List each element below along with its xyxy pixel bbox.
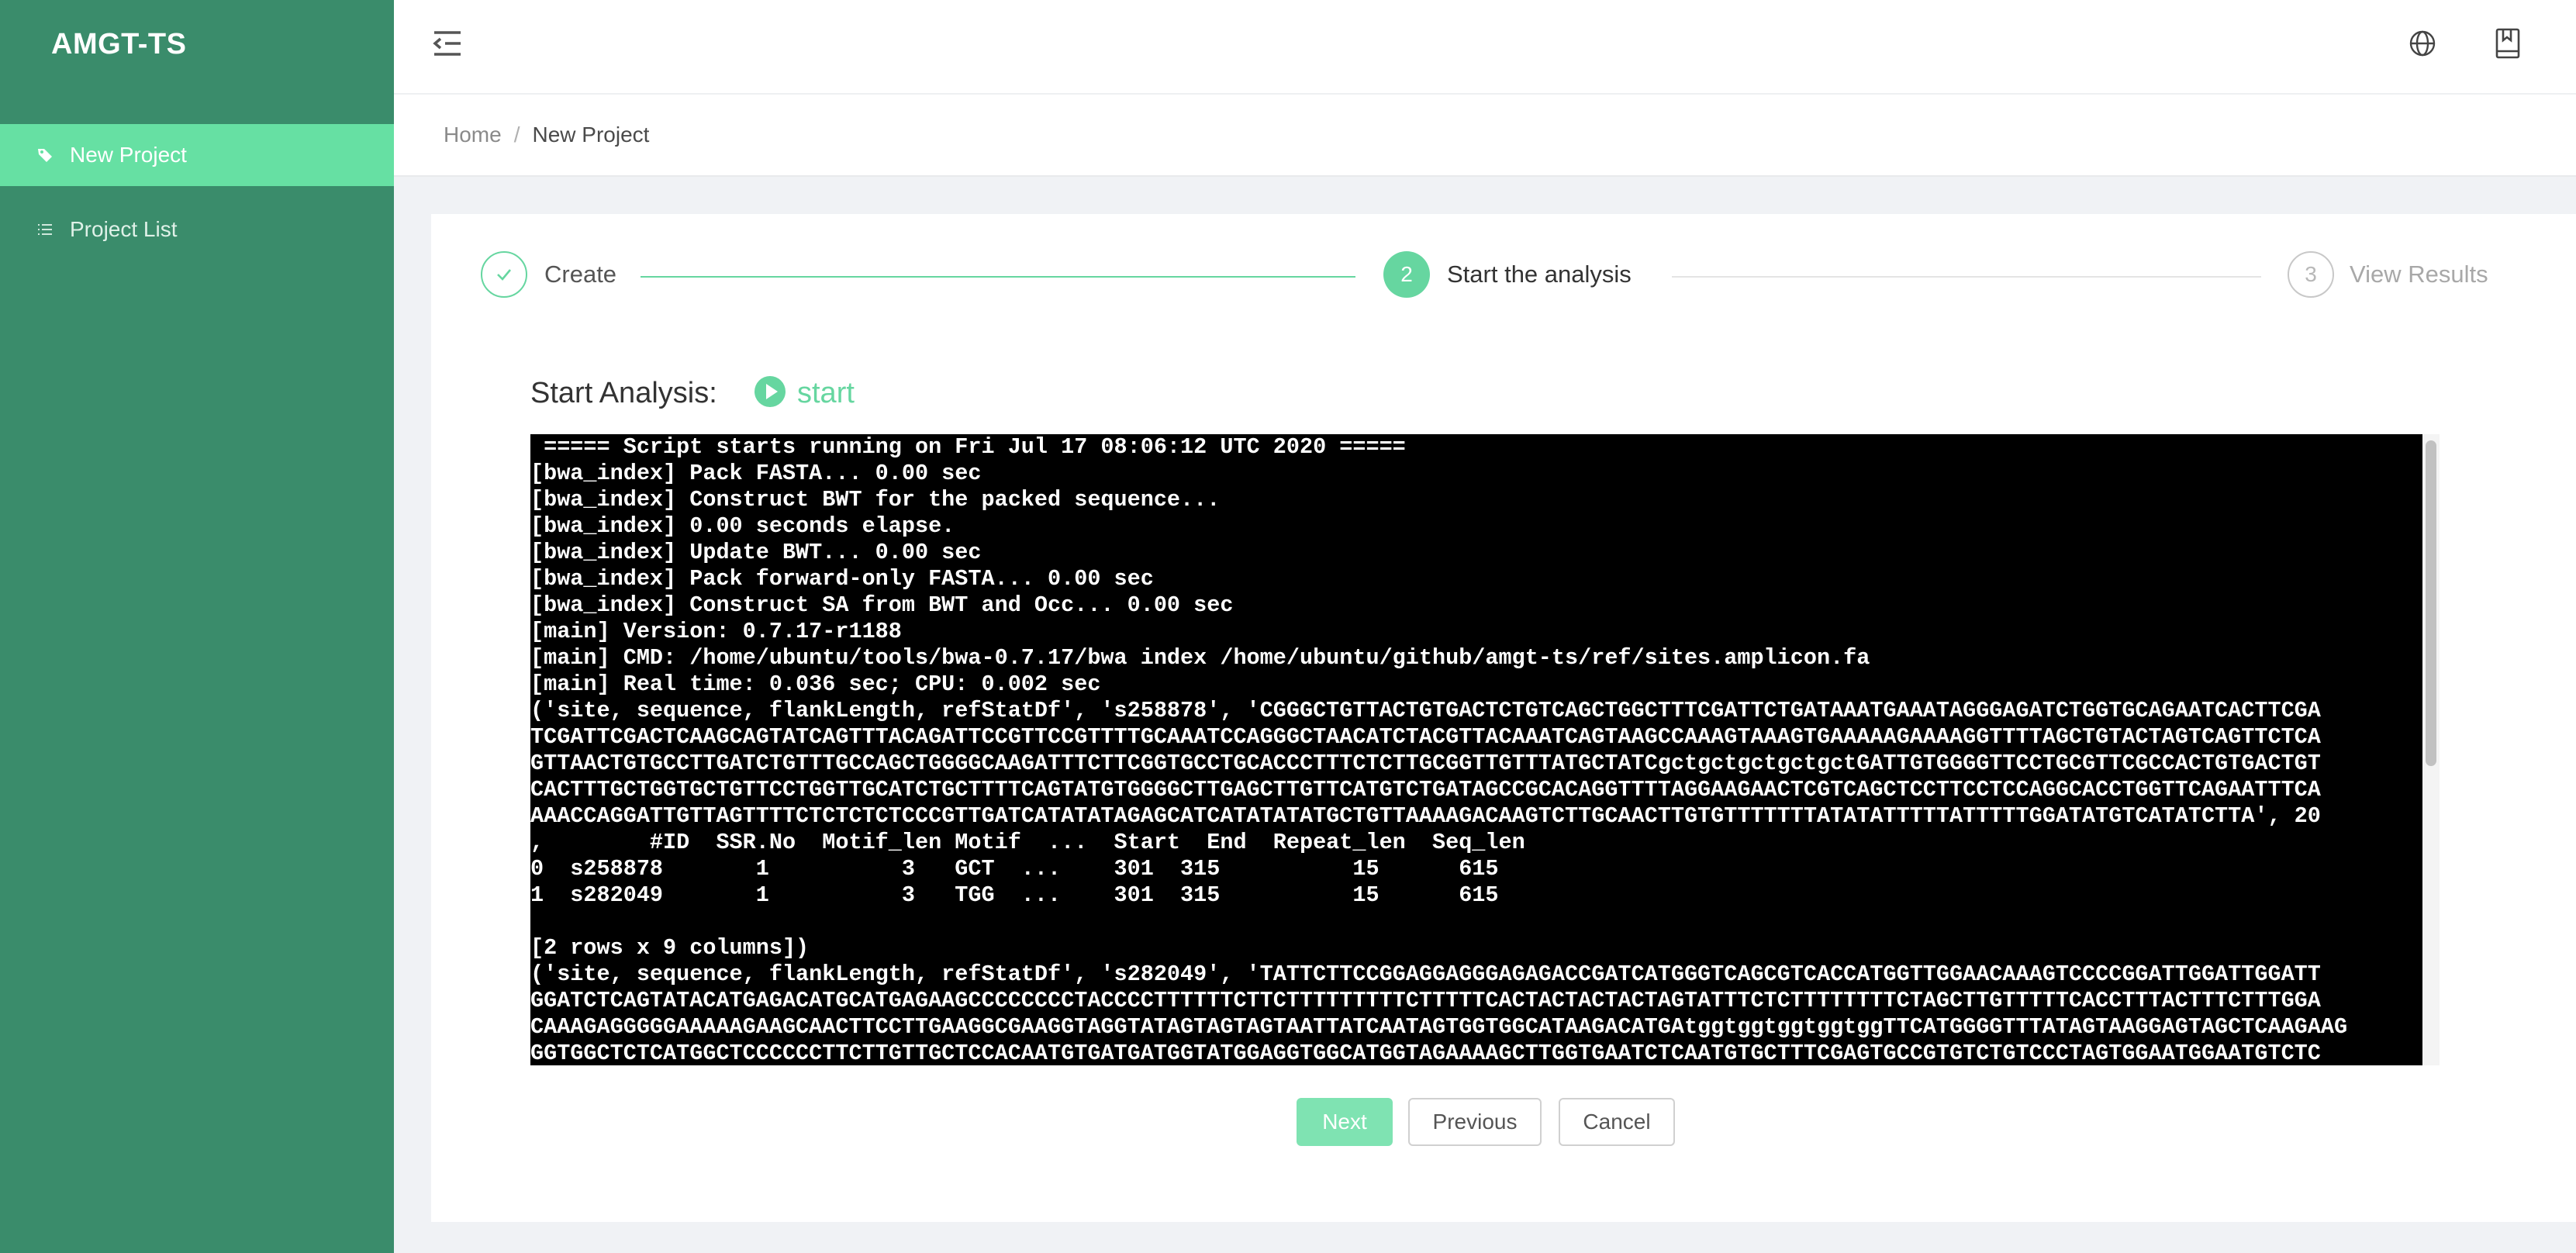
log-scrollbar[interactable] [2422,434,2440,1065]
log-line: 1 s282049 1 3 TGG ... 301 315 15 615 [530,882,1499,908]
log-line: CACTTTGCTGGTGCTGTTCCTGGTTGCATCTGCTTTTCAG… [530,777,2321,803]
log-line: [bwa_index] Pack FASTA... 0.00 sec [530,461,982,486]
step-3-number: 3 [2288,251,2334,298]
log-line: GTTAACTGTGCCTTGATCTGTTTGCCAGCTGGGGCAAGAT… [530,751,2321,776]
log-line: , #ID SSR.No Motif_len Motif ... Start E… [530,830,1525,855]
step-connector-2 [1672,276,2261,278]
sidebar-item-new-project[interactable]: New Project [0,124,394,186]
step-connector-1 [641,276,1355,278]
breadcrumb-home[interactable]: Home [444,123,502,147]
log-line: 0 s258878 1 3 GCT ... 301 315 15 615 [530,856,1499,882]
step-1-check-icon [481,251,527,298]
cancel-button[interactable]: Cancel [1559,1098,1675,1146]
breadcrumb-bar: Home / New Project [394,95,2576,177]
tag-icon [36,146,54,164]
book-icon[interactable] [2492,26,2523,60]
log-line: [bwa_index] Construct BWT for the packed… [530,487,1221,513]
log-line: CAAAGAGGGGGAAAAAGAAGCAACTTCCTTGAAGGCGAAG… [530,1014,2348,1040]
log-line: TCGATTCGACTCAAGCAGTATCAGTTTACAGATTCCGTTC… [530,724,2321,750]
log-line: GGATCTCAGTATACATGAGACATGCATGAGAAGCCCCCCC… [530,988,2321,1013]
app-logo: AMGT-TS [51,28,187,60]
log-line: [bwa_index] Pack forward-only FASTA... 0… [530,566,1154,592]
breadcrumb-current: New Project [532,123,650,147]
log-line: ===== Script starts running on Fri Jul 1… [530,434,1406,460]
log-line: [main] Version: 0.7.17-r1188 [530,619,902,644]
play-circle-icon [754,375,786,412]
log-line: [bwa_index] Construct SA from BWT and Oc… [530,592,1234,618]
menu-collapse-icon[interactable] [431,28,465,59]
list-icon [36,220,54,239]
globe-icon[interactable] [2407,28,2438,59]
previous-button[interactable]: Previous [1408,1098,1542,1146]
log-line: [bwa_index] Update BWT... 0.00 sec [530,540,982,565]
start-button[interactable]: start [754,375,855,412]
sidebar-item-project-list[interactable]: Project List [0,198,394,261]
main-card: Create 2 Start the analysis 3 View Resul… [431,214,2576,1222]
log-line: [main] CMD: /home/ubuntu/tools/bwa-0.7.1… [530,645,1870,671]
step-2-label: Start the analysis [1447,261,1632,288]
log-line: [2 rows x 9 columns]) [530,935,810,961]
log-console[interactable]: ===== Script starts running on Fri Jul 1… [530,434,2422,1065]
log-output: ===== Script starts running on Fri Jul 1… [530,434,2410,1065]
log-line: AAACCAGGATTGTTAGTTTTCTCTCTCTCCCGTTGATCAT… [530,803,2321,829]
log-line: ('site, sequence, flankLength, refStatDf… [530,698,2321,723]
start-label: start [797,377,855,409]
step-2-number: 2 [1383,251,1430,298]
step-1-label: Create [544,261,617,288]
step-3-label: View Results [2350,261,2488,288]
sidebar-item-label: Project List [70,217,178,241]
sidebar-item-label: New Project [70,143,187,167]
log-line: GGTGGCTCTCATGGCTCCCCCCTTCTTGTTGCTCCACAAT… [530,1041,2321,1065]
top-header [394,0,2576,95]
sidebar: AMGT-TS New Project Project List [0,0,394,1253]
log-line: ('site, sequence, flankLength, refStatDf… [530,961,2321,987]
next-button[interactable]: Next [1297,1098,1393,1146]
breadcrumb: Home / New Project [444,123,649,147]
start-analysis-title: Start Analysis: [530,377,717,409]
log-scrollbar-thumb[interactable] [2426,440,2436,766]
breadcrumb-separator: / [513,123,520,147]
log-line: [main] Real time: 0.036 sec; CPU: 0.002 … [530,671,1101,697]
log-line: [bwa_index] 0.00 seconds elapse. [530,513,955,539]
